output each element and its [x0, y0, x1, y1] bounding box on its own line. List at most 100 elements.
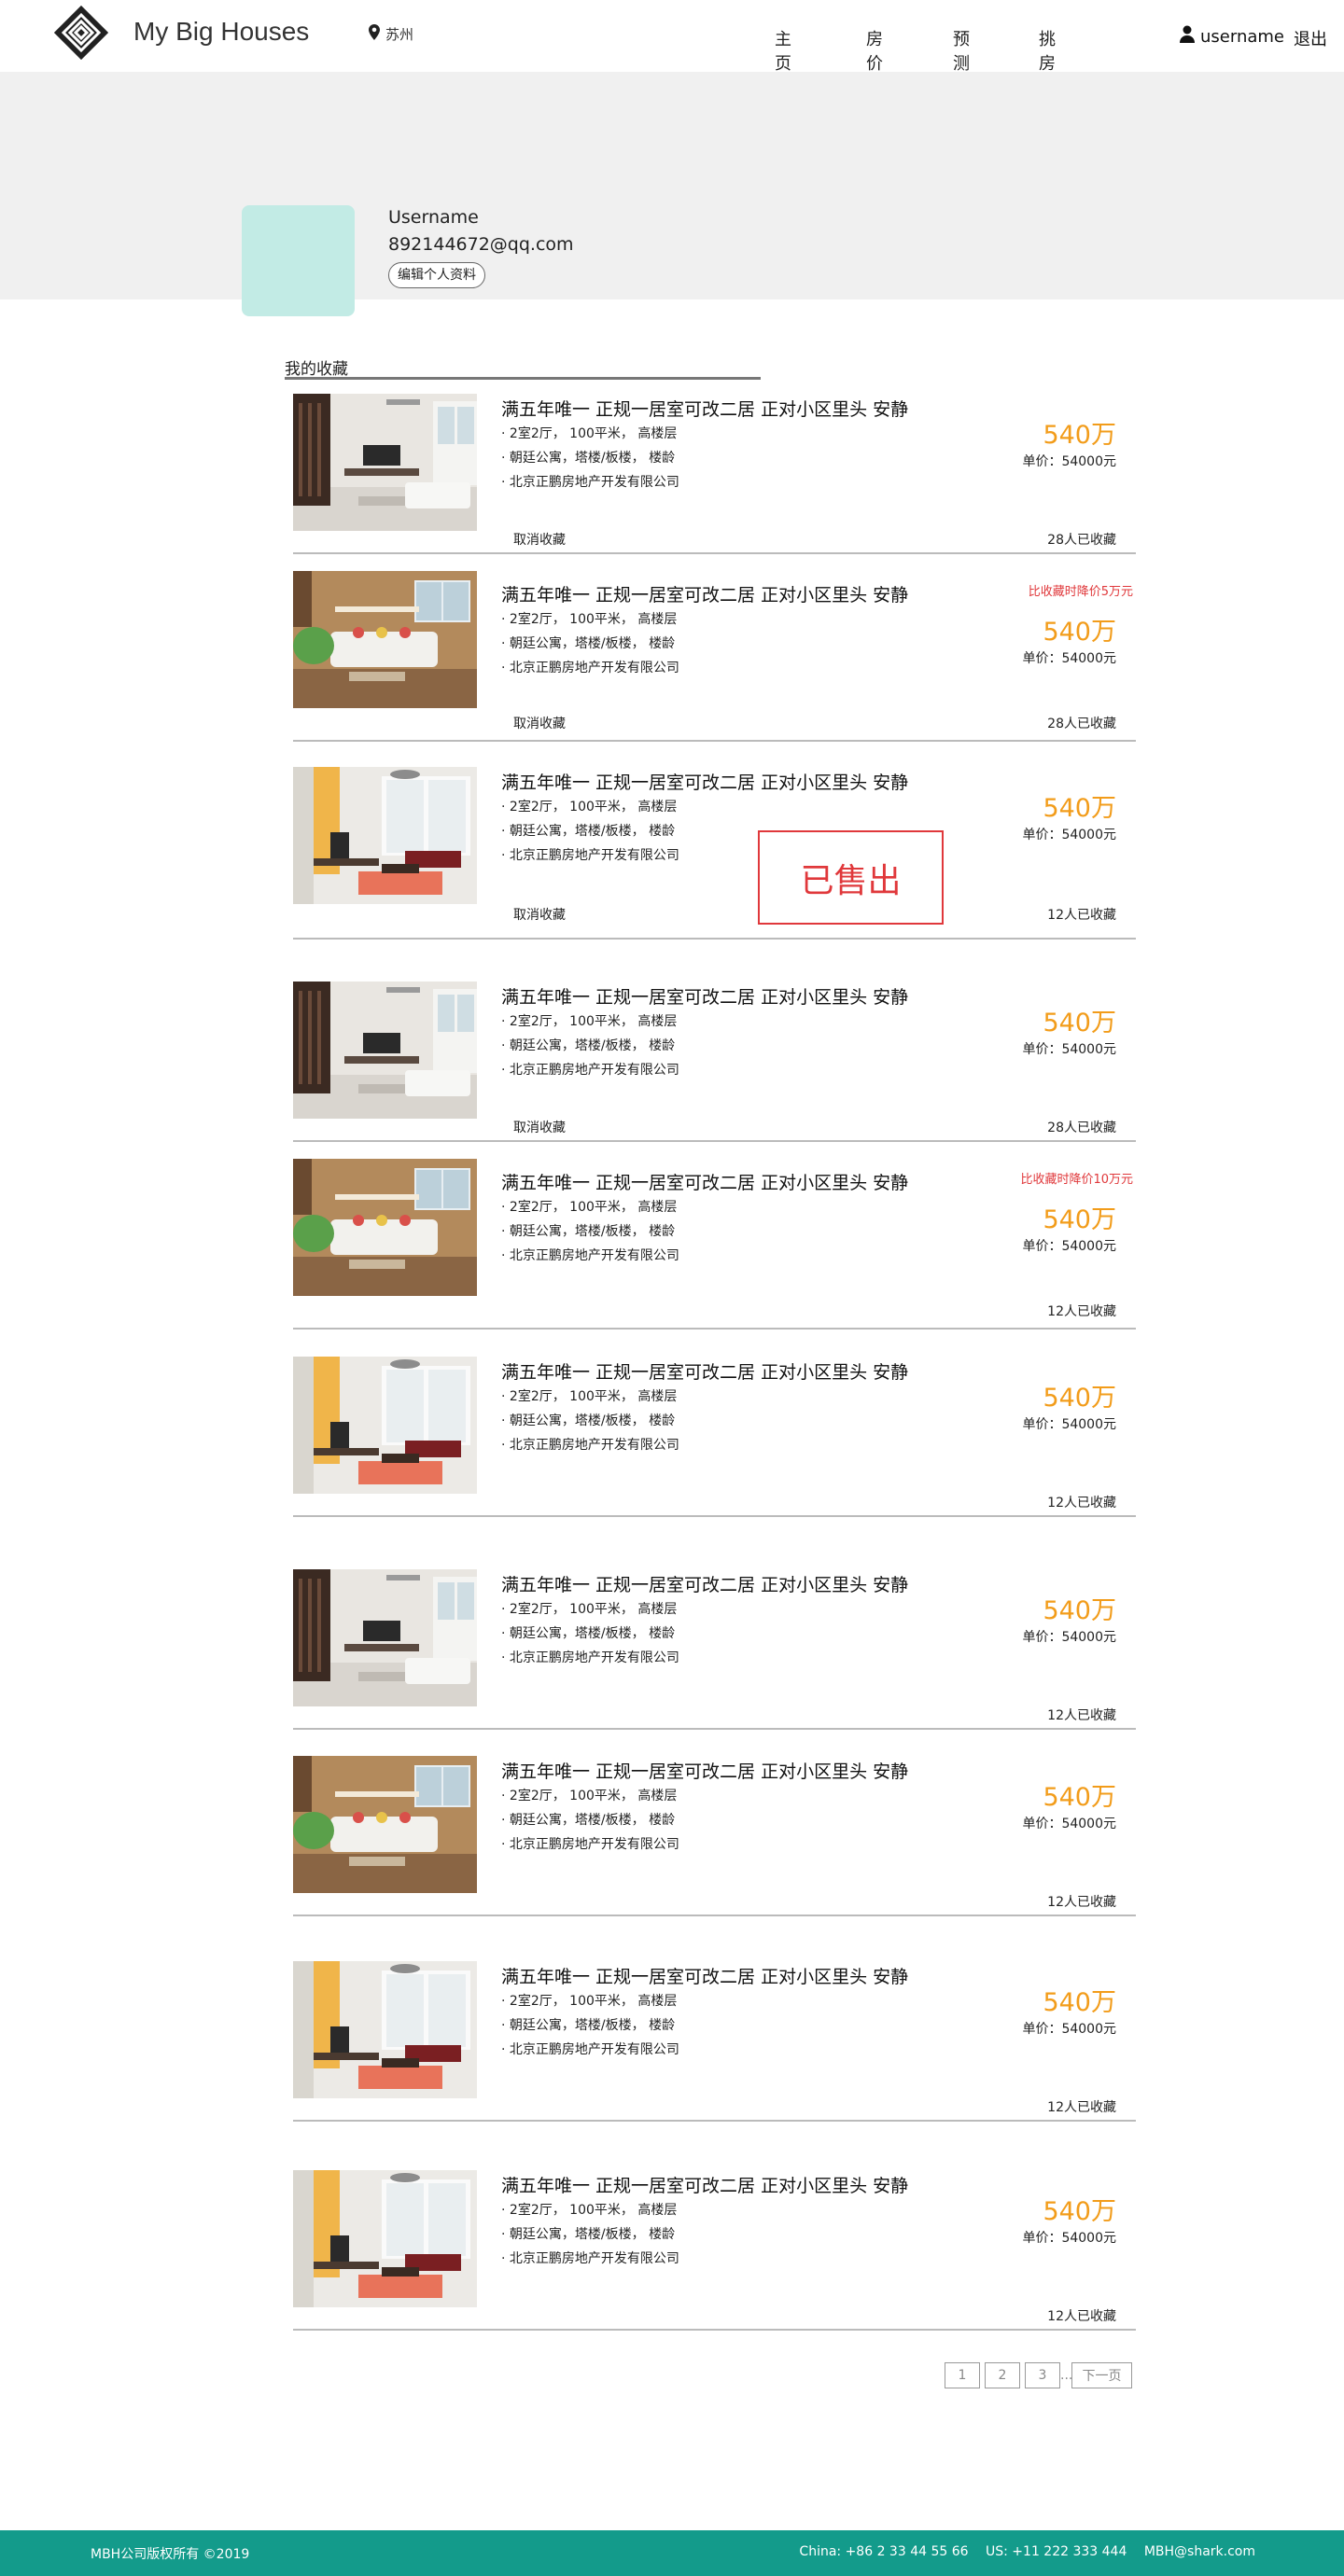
location-pin-icon	[369, 24, 380, 44]
china-phone: China: +86 2 33 44 55 66	[799, 2544, 969, 2559]
listing-price: 540万	[1043, 1783, 1116, 1812]
listing-photo[interactable]	[293, 1357, 477, 1494]
listing-unit-price: 单价：54000元	[1022, 2022, 1116, 2037]
logout-link[interactable]: 退出	[1294, 26, 1327, 50]
listing-card[interactable]: 满五年唯一 正规一居室可改二居 正对小区里头 安静 · 2室2厅， 100平米，…	[293, 1959, 1140, 2146]
listing-title[interactable]: 满五年唯一 正规一居室可改二居 正对小区里头 安静	[501, 1358, 908, 1384]
listing-photo[interactable]	[293, 394, 477, 531]
listing-title[interactable]: 满五年唯一 正规一居室可改二居 正对小区里头 安静	[501, 1571, 908, 1596]
listing-photo[interactable]	[293, 1756, 477, 1893]
listing-building-type: · 朝廷公寓，塔楼/板楼， 楼龄	[501, 451, 676, 466]
unfavorite-button[interactable]: 取消收藏	[513, 530, 566, 549]
contact-email[interactable]: MBH@shark.com	[1144, 2544, 1255, 2559]
page-2-button[interactable]: 2	[985, 2362, 1020, 2388]
favorite-count: 12人已收藏	[1047, 1895, 1116, 1910]
listing-card[interactable]: 满五年唯一 正规一居室可改二居 正对小区里头 安静 · 2室2厅， 100平米，…	[293, 980, 1140, 1166]
listing-title[interactable]: 满五年唯一 正规一居室可改二居 正对小区里头 安静	[501, 769, 908, 794]
edit-profile-button[interactable]: 编辑个人资料	[388, 262, 485, 288]
listing-title[interactable]: 满五年唯一 正规一居室可改二居 正对小区里头 安静	[501, 1169, 908, 1194]
listing-photo[interactable]	[293, 982, 477, 1119]
nav-prices[interactable]: 房价	[866, 26, 883, 75]
brand-name[interactable]: My Big Houses	[133, 17, 309, 47]
logo-diamond-icon[interactable]	[53, 5, 109, 61]
listing-layout: · 2室2厅， 100平米， 高楼层	[501, 1389, 678, 1404]
city-label: 苏州	[385, 26, 414, 43]
top-header: My Big Houses 苏州 主页 房价 预测 挑房 username 退出	[0, 0, 1344, 75]
listing-price: 540万	[1043, 1384, 1116, 1413]
listing-photo[interactable]	[293, 1159, 477, 1296]
listing-unit-price: 单价：54000元	[1022, 1417, 1116, 1432]
listing-title[interactable]: 满五年唯一 正规一居室可改二居 正对小区里头 安静	[501, 983, 908, 1009]
listing-unit-price: 单价：54000元	[1022, 1239, 1116, 1254]
listing-unit-price: 单价：54000元	[1022, 828, 1116, 842]
listing-building-type: · 朝廷公寓，塔楼/板楼， 楼龄	[501, 1224, 676, 1239]
listing-photo[interactable]	[293, 2170, 477, 2307]
listing-photo[interactable]	[293, 1961, 477, 2098]
copyright-text: MBH公司版权所有 ©2019	[91, 2547, 250, 2562]
pagination-ellipsis: ...	[1060, 2368, 1073, 2383]
page-3-button[interactable]: 3	[1025, 2362, 1060, 2388]
nav-forecast[interactable]: 预测	[953, 26, 970, 75]
listing-photo[interactable]	[293, 1569, 477, 1706]
listing-card[interactable]: 满五年唯一 正规一居室可改二居 正对小区里头 安静 · 2室2厅， 100平米，…	[293, 1355, 1140, 1541]
favorite-count: 12人已收藏	[1047, 2309, 1116, 2324]
favorite-count: 12人已收藏	[1047, 1708, 1116, 1723]
listing-unit-price: 单价：54000元	[1022, 651, 1116, 666]
nav-pick-house[interactable]: 挑房	[1039, 26, 1056, 75]
profile-username: Username	[388, 207, 479, 228]
price-drop-notice: 比收藏时降价5万元	[1028, 585, 1133, 599]
listing-card[interactable]: 满五年唯一 正规一居室可改二居 正对小区里头 安静 · 2室2厅， 100平米，…	[293, 569, 1140, 756]
listing-building-type: · 朝廷公寓，塔楼/板楼， 楼龄	[501, 636, 676, 651]
listing-building-type: · 朝廷公寓，塔楼/板楼， 楼龄	[501, 1626, 676, 1641]
listing-photo[interactable]	[293, 767, 477, 904]
listing-unit-price: 单价：54000元	[1022, 1817, 1116, 1831]
listing-building-type: · 朝廷公寓，塔楼/板楼， 楼龄	[501, 2227, 676, 2242]
listing-building-type: · 朝廷公寓，塔楼/板楼， 楼龄	[501, 1413, 676, 1428]
listing-unit-price: 单价：54000元	[1022, 1042, 1116, 1057]
listing-title[interactable]: 满五年唯一 正规一居室可改二居 正对小区里头 安静	[501, 1758, 908, 1783]
listing-unit-price: 单价：54000元	[1022, 454, 1116, 469]
listing-card[interactable]: 满五年唯一 正规一居室可改二居 正对小区里头 安静 · 2室2厅， 100平米，…	[293, 765, 1140, 952]
listing-title[interactable]: 满五年唯一 正规一居室可改二居 正对小区里头 安静	[501, 1963, 908, 1988]
listing-layout: · 2室2厅， 100平米， 高楼层	[501, 612, 678, 627]
listing-price: 540万	[1043, 1205, 1116, 1234]
listing-divider	[293, 2329, 1136, 2331]
favorites-section-title: 我的收藏	[285, 360, 348, 379]
unfavorite-button[interactable]: 取消收藏	[513, 905, 566, 924]
page-1-button[interactable]: 1	[945, 2362, 980, 2388]
section-underline	[285, 377, 761, 380]
listing-card[interactable]: 满五年唯一 正规一居室可改二居 正对小区里头 安静 · 2室2厅， 100平米，…	[293, 1567, 1140, 1754]
listing-agency: · 北京正鹏房地产开发有限公司	[501, 1438, 679, 1453]
listing-title[interactable]: 满五年唯一 正规一居室可改二居 正对小区里头 安静	[501, 396, 908, 421]
favorite-count: 12人已收藏	[1047, 2100, 1116, 2115]
listing-card[interactable]: 满五年唯一 正规一居室可改二居 正对小区里头 安静 · 2室2厅， 100平米，…	[293, 392, 1140, 578]
listing-agency: · 北京正鹏房地产开发有限公司	[501, 1837, 679, 1852]
listing-layout: · 2室2厅， 100平米， 高楼层	[501, 2203, 678, 2218]
sold-stamp: 已售出	[758, 830, 944, 925]
listing-price: 540万	[1043, 794, 1116, 823]
listing-divider	[293, 1915, 1136, 1916]
listing-divider	[293, 1515, 1136, 1517]
listing-agency: · 北京正鹏房地产开发有限公司	[501, 2042, 679, 2057]
listing-agency: · 北京正鹏房地产开发有限公司	[501, 1650, 679, 1665]
listing-building-type: · 朝廷公寓，塔楼/板楼， 楼龄	[501, 824, 676, 839]
unfavorite-button[interactable]: 取消收藏	[513, 714, 566, 732]
listing-title[interactable]: 满五年唯一 正规一居室可改二居 正对小区里头 安静	[501, 2172, 908, 2197]
listing-price: 540万	[1043, 1009, 1116, 1037]
next-page-button[interactable]: 下一页	[1071, 2362, 1132, 2388]
listing-photo[interactable]	[293, 571, 477, 708]
listing-price: 540万	[1043, 1988, 1116, 2017]
price-drop-notice: 比收藏时降价10万元	[1020, 1173, 1133, 1187]
listing-card[interactable]: 满五年唯一 正规一居室可改二居 正对小区里头 安静 · 2室2厅， 100平米，…	[293, 2168, 1140, 2355]
favorite-count: 12人已收藏	[1047, 1304, 1116, 1319]
listing-card[interactable]: 满五年唯一 正规一居室可改二居 正对小区里头 安静 · 2室2厅， 100平米，…	[293, 1754, 1140, 1941]
listing-divider	[293, 740, 1136, 742]
unfavorite-button[interactable]: 取消收藏	[513, 1118, 566, 1136]
user-menu[interactable]: username	[1180, 25, 1284, 48]
listing-card[interactable]: 满五年唯一 正规一居室可改二居 正对小区里头 安静 · 2室2厅， 100平米，…	[293, 1157, 1140, 1344]
listing-title[interactable]: 满五年唯一 正规一居室可改二居 正对小区里头 安静	[501, 581, 908, 606]
nav-home[interactable]: 主页	[775, 26, 791, 75]
city-selector[interactable]: 苏州	[369, 24, 413, 44]
username-label: username	[1200, 26, 1284, 47]
avatar[interactable]	[242, 205, 355, 316]
